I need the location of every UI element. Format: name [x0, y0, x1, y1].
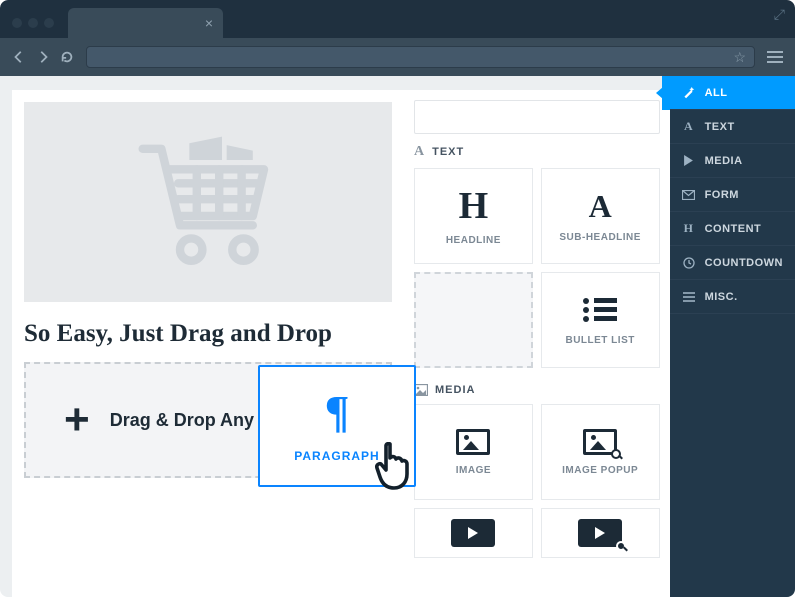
forward-icon[interactable] [36, 50, 50, 64]
category-rail: ALL A TEXT MEDIA FORM [670, 76, 795, 597]
browser-toolbar: ☆ [0, 38, 795, 76]
element-headline[interactable]: H HEADLINE [414, 168, 533, 264]
bookmark-icon[interactable]: ☆ [733, 49, 746, 66]
page-headline[interactable]: So Easy, Just Drag and Drop [24, 320, 392, 348]
category-misc[interactable]: MISC. [670, 280, 795, 314]
image-icon [456, 429, 490, 455]
tile-label: BULLET LIST [565, 335, 634, 346]
headline-icon: H [459, 187, 489, 225]
bullet-list-icon [583, 295, 617, 325]
paragraph-icon: ¶ [325, 389, 350, 435]
browser-chrome: × ⤢ ☆ [0, 0, 795, 76]
category-label: MEDIA [705, 155, 743, 167]
category-form[interactable]: FORM [670, 178, 795, 212]
envelope-icon [682, 190, 696, 200]
browser-tab[interactable]: × [68, 8, 223, 38]
pointer-cursor-icon [372, 442, 418, 492]
category-label: TEXT [705, 121, 735, 133]
media-section-icon [414, 384, 428, 396]
elements-panel: A TEXT H HEADLINE A SUB-HEADLINE ¶. [404, 90, 670, 597]
category-label: CONTENT [705, 223, 762, 235]
category-media[interactable]: MEDIA [670, 144, 795, 178]
section-title-label: MEDIA [435, 384, 475, 396]
category-countdown[interactable]: COUNTDOWN [670, 246, 795, 280]
expand-icon[interactable]: ⤢ [774, 6, 785, 23]
wand-icon [682, 86, 696, 99]
tile-label: SUB-HEADLINE [559, 232, 641, 243]
address-bar[interactable]: ☆ [86, 46, 755, 68]
dragging-label: PARAGRAPH [294, 449, 379, 463]
plus-icon: + [64, 395, 90, 445]
tile-label: IMAGE [456, 465, 491, 476]
element-bullet-list[interactable]: BULLET LIST [541, 272, 660, 368]
subheadline-icon: A [589, 190, 612, 222]
lines-icon [682, 292, 696, 302]
window-control-dot[interactable] [28, 18, 38, 28]
page-canvas[interactable]: So Easy, Just Drag and Drop + Drag & Dro… [12, 90, 404, 597]
window-control-dot[interactable] [12, 18, 22, 28]
text-icon: A [682, 119, 696, 134]
reload-icon[interactable] [60, 50, 74, 64]
element-image-popup[interactable]: IMAGE POPUP [541, 404, 660, 500]
hero-image-placeholder[interactable] [24, 102, 392, 302]
category-content[interactable]: H CONTENT [670, 212, 795, 246]
clock-icon [682, 257, 696, 269]
section-header-media: MEDIA [414, 384, 660, 396]
text-section-icon: A [414, 144, 425, 160]
window-control-dot[interactable] [44, 18, 54, 28]
menu-icon[interactable] [767, 51, 783, 63]
element-image[interactable]: IMAGE [414, 404, 533, 500]
back-icon[interactable] [12, 50, 26, 64]
category-label: COUNTDOWN [705, 257, 783, 269]
category-label: MISC. [705, 291, 738, 303]
category-text[interactable]: A TEXT [670, 110, 795, 144]
close-tab-icon[interactable]: × [205, 16, 213, 30]
rail-pointer-icon [656, 87, 663, 99]
shopping-cart-icon [133, 132, 283, 272]
element-sub-headline[interactable]: A SUB-HEADLINE [541, 168, 660, 264]
play-icon [682, 155, 696, 166]
video-icon [451, 519, 495, 547]
category-label: FORM [705, 189, 739, 201]
section-header-text: A TEXT [414, 144, 660, 160]
tile-label: HEADLINE [446, 235, 501, 246]
section-title-label: TEXT [432, 146, 464, 158]
category-all[interactable]: ALL [670, 76, 795, 110]
drop-zone-message: Drag & Drop Any [110, 410, 254, 431]
tile-label: IMAGE POPUP [562, 465, 638, 476]
element-video[interactable] [414, 508, 533, 558]
elements-search-input[interactable] [414, 100, 660, 134]
video-popup-icon [578, 519, 622, 547]
content-icon: H [682, 221, 696, 236]
element-paragraph-ghost: ¶. [414, 272, 533, 368]
image-popup-icon [583, 429, 617, 455]
window-controls[interactable] [12, 18, 54, 28]
editor-workspace: So Easy, Just Drag and Drop + Drag & Dro… [0, 76, 795, 597]
element-video-popup[interactable] [541, 508, 660, 558]
category-label: ALL [705, 87, 728, 99]
browser-tabbar: × ⤢ [0, 0, 795, 38]
